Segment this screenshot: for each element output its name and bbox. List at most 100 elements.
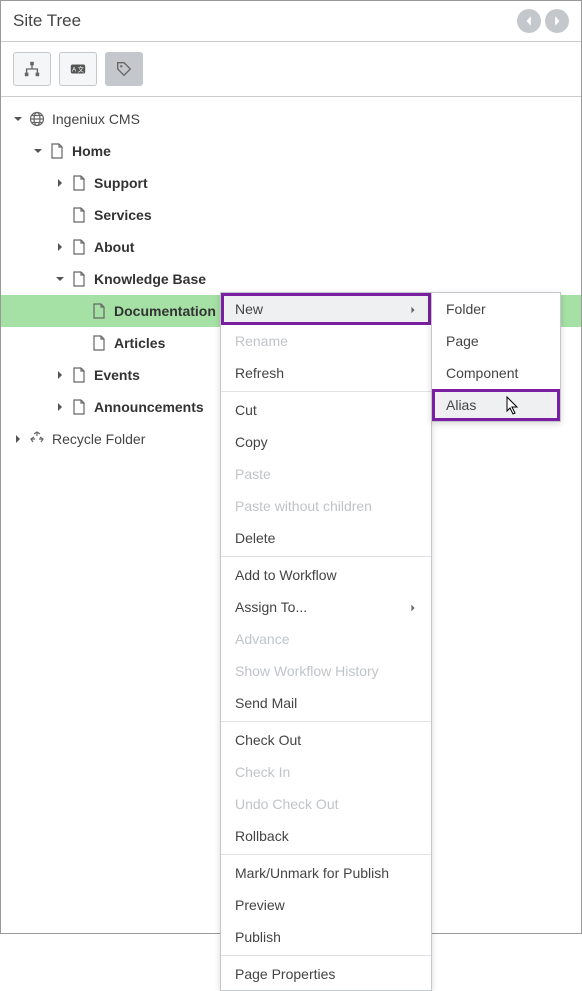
ctx-add-workflow[interactable]: Add to Workflow (221, 559, 431, 591)
ctx-label: Component (446, 365, 518, 381)
ctx-label: Assign To... (235, 599, 307, 615)
ctx-label: Page (446, 333, 479, 349)
ctx-cut[interactable]: Cut (221, 394, 431, 426)
tree-node-support[interactable]: Support (1, 167, 581, 199)
ctx-paste: Paste (221, 458, 431, 490)
chevron-down-icon (11, 112, 25, 126)
tree-node-kb[interactable]: Knowledge Base (1, 263, 581, 295)
ctx-label: Paste (235, 466, 271, 482)
ctx-undo-check-out: Undo Check Out (221, 788, 431, 820)
ctx-show-wf-history: Show Workflow History (221, 655, 431, 687)
ctx-label: Send Mail (235, 695, 297, 711)
ctx-paste-wc: Paste without children (221, 490, 431, 522)
ctx-label: Refresh (235, 365, 284, 381)
sub-new-page[interactable]: Page (432, 325, 560, 357)
ctx-publish[interactable]: Publish (221, 921, 431, 953)
ctx-refresh[interactable]: Refresh (221, 357, 431, 389)
panel-header: Site Tree (1, 1, 581, 42)
ctx-label: Publish (235, 929, 281, 945)
page-icon (70, 238, 88, 256)
toolbar-structure-button[interactable] (13, 52, 51, 86)
ctx-separator (221, 391, 431, 392)
context-submenu-new: Folder Page Component Alias (431, 292, 561, 422)
ctx-label: Copy (235, 434, 268, 450)
page-icon (70, 366, 88, 384)
nav-arrows (517, 9, 569, 33)
tree-label: Support (94, 175, 148, 191)
ctx-label: Check Out (235, 732, 301, 748)
page-icon (70, 398, 88, 416)
tree-label: Recycle Folder (52, 431, 145, 447)
chevron-right-icon (11, 432, 25, 446)
recycle-icon (28, 430, 46, 448)
toolbar-translate-button[interactable]: A 文 (59, 52, 97, 86)
ctx-send-mail[interactable]: Send Mail (221, 687, 431, 719)
ctx-assign-to[interactable]: Assign To... (221, 591, 431, 623)
ctx-separator (221, 721, 431, 722)
chevron-right-icon (53, 400, 67, 414)
context-menu: New Rename Refresh Cut Copy Paste Paste … (220, 292, 432, 991)
toolbar: A 文 (1, 42, 581, 97)
ctx-label: Preview (235, 897, 285, 913)
ctx-label: Show Workflow History (235, 663, 379, 679)
ctx-delete[interactable]: Delete (221, 522, 431, 554)
chevron-right-icon (53, 176, 67, 190)
svg-text:A 文: A 文 (72, 65, 85, 74)
page-icon (70, 174, 88, 192)
tree-label: Events (94, 367, 140, 383)
nav-next-button[interactable] (545, 9, 569, 33)
ctx-label: Page Properties (235, 966, 335, 982)
ctx-label: Undo Check Out (235, 796, 339, 812)
ctx-copy[interactable]: Copy (221, 426, 431, 458)
ctx-preview[interactable]: Preview (221, 889, 431, 921)
ctx-label: Folder (446, 301, 486, 317)
page-icon (90, 302, 108, 320)
tree-label: Services (94, 207, 152, 223)
tree-node-services[interactable]: Services (1, 199, 581, 231)
chevron-right-icon (409, 301, 417, 317)
tree-label: Ingeniux CMS (52, 111, 140, 127)
ctx-advance: Advance (221, 623, 431, 655)
ctx-check-out[interactable]: Check Out (221, 724, 431, 756)
ctx-separator (221, 556, 431, 557)
sub-new-folder[interactable]: Folder (432, 293, 560, 325)
ctx-label: Mark/Unmark for Publish (235, 865, 389, 881)
chevron-down-icon (53, 272, 67, 286)
ctx-label: Add to Workflow (235, 567, 337, 583)
ctx-rollback[interactable]: Rollback (221, 820, 431, 852)
tree-label: Documentation (114, 303, 216, 319)
ctx-label: Paste without children (235, 498, 372, 514)
tree-label: About (94, 239, 134, 255)
ctx-label: Check In (235, 764, 290, 780)
ctx-label: Rollback (235, 828, 289, 844)
ctx-separator (221, 854, 431, 855)
ctx-label: Cut (235, 402, 257, 418)
chevron-right-icon (53, 240, 67, 254)
ctx-separator (221, 955, 431, 956)
toolbar-tag-button[interactable] (105, 52, 143, 86)
ctx-check-in: Check In (221, 756, 431, 788)
page-icon (48, 142, 66, 160)
ctx-label: Alias (446, 397, 476, 413)
chevron-right-icon (409, 599, 417, 615)
ctx-page-properties[interactable]: Page Properties (221, 958, 431, 990)
page-icon (70, 270, 88, 288)
ctx-mark-publish[interactable]: Mark/Unmark for Publish (221, 857, 431, 889)
tree-node-root[interactable]: Ingeniux CMS (1, 103, 581, 135)
nav-prev-button[interactable] (517, 9, 541, 33)
tree-node-about[interactable]: About (1, 231, 581, 263)
tree-node-home[interactable]: Home (1, 135, 581, 167)
sub-new-component[interactable]: Component (432, 357, 560, 389)
ctx-label: New (235, 301, 263, 317)
ctx-label: Advance (235, 631, 289, 647)
tree-label: Home (72, 143, 111, 159)
globe-icon (28, 110, 46, 128)
ctx-rename: Rename (221, 325, 431, 357)
tree-label: Announcements (94, 399, 204, 415)
sub-new-alias[interactable]: Alias (432, 389, 560, 421)
ctx-new[interactable]: New (221, 293, 431, 325)
tree-label: Articles (114, 335, 165, 351)
panel-title: Site Tree (13, 11, 81, 31)
page-icon (90, 334, 108, 352)
tree-label: Knowledge Base (94, 271, 206, 287)
